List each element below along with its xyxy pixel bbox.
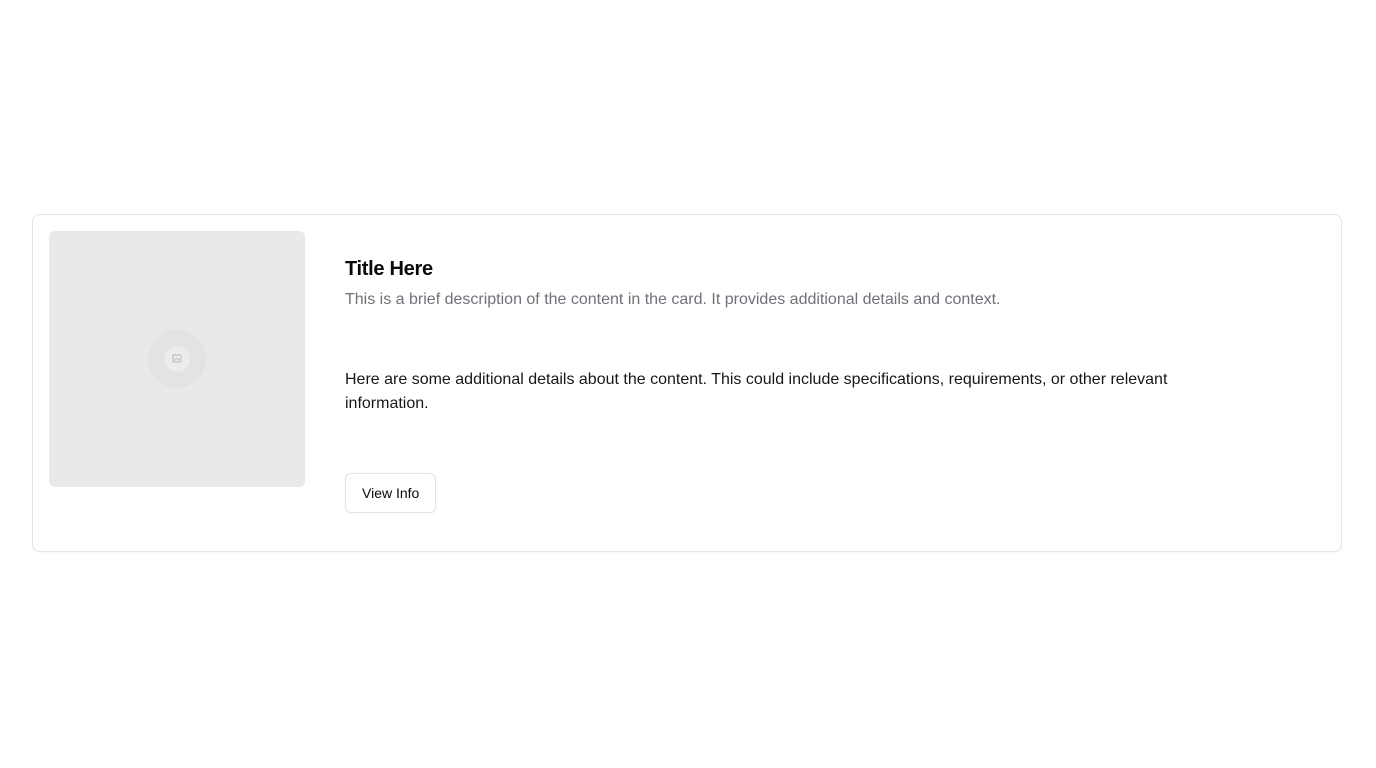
content-card: Title Here This is a brief description o… xyxy=(32,214,1342,552)
card-title: Title Here xyxy=(345,258,433,280)
view-info-button[interactable]: View Info xyxy=(345,473,437,513)
image-placeholder-icon xyxy=(147,329,207,389)
card-description: This is a brief description of the conte… xyxy=(345,291,1001,308)
card-details: Here are some additional details about t… xyxy=(345,371,1168,412)
page: Title Here This is a brief description o… xyxy=(0,0,1376,768)
card-content: Title Here This is a brief description o… xyxy=(345,255,1305,416)
image-placeholder xyxy=(49,231,305,487)
